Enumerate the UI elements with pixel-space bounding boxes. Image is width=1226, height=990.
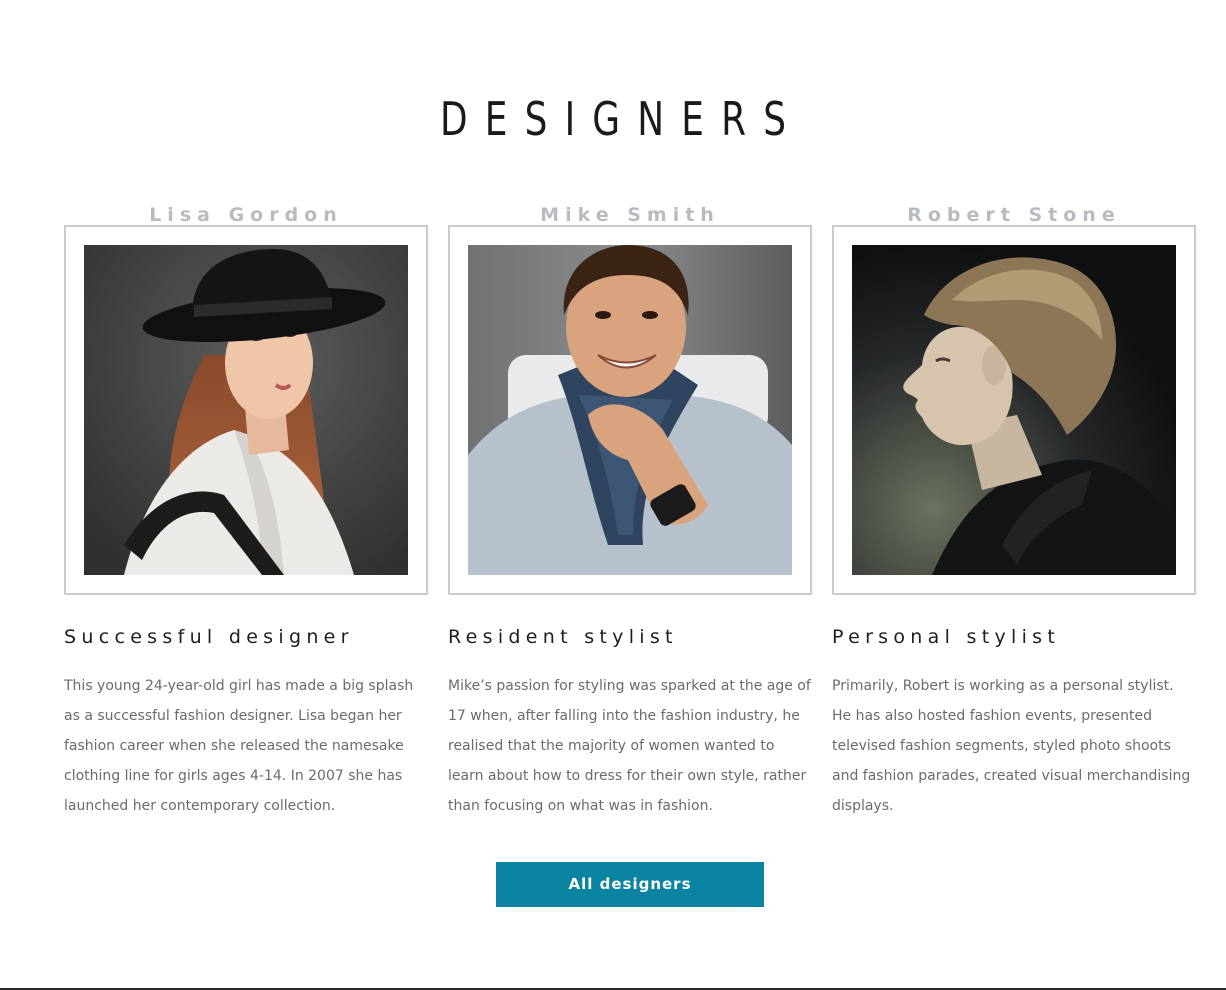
all-designers-button[interactable]: All designers: [496, 862, 764, 907]
designer-photo-lisa-gordon: [84, 245, 408, 575]
section-title: DESIGNERS: [440, 92, 804, 146]
designer-name[interactable]: Robert Stone: [832, 202, 1196, 228]
designer-bio: Primarily, Robert is working as a person…: [832, 678, 1191, 814]
photo-frame: [448, 225, 812, 595]
designer-role: Resident stylist: [448, 626, 678, 648]
photo-frame: [64, 225, 428, 595]
designer-photo[interactable]: [84, 245, 408, 575]
designer-name[interactable]: Mike Smith: [448, 202, 812, 228]
designer-name[interactable]: Lisa Gordon: [64, 202, 428, 228]
designer-role: Personal stylist: [832, 626, 1061, 648]
designer-photo[interactable]: [852, 245, 1176, 575]
designer-photo-robert-stone: [852, 245, 1176, 575]
designer-photo[interactable]: [468, 245, 792, 575]
designer-bio: Mike’s passion for styling was sparked a…: [448, 678, 811, 814]
photo-frame: [832, 225, 1196, 595]
designer-photo-mike-smith: [468, 245, 792, 575]
designer-role: Successful designer: [64, 626, 354, 648]
designer-bio: This young 24-year-old girl has made a b…: [64, 678, 414, 814]
